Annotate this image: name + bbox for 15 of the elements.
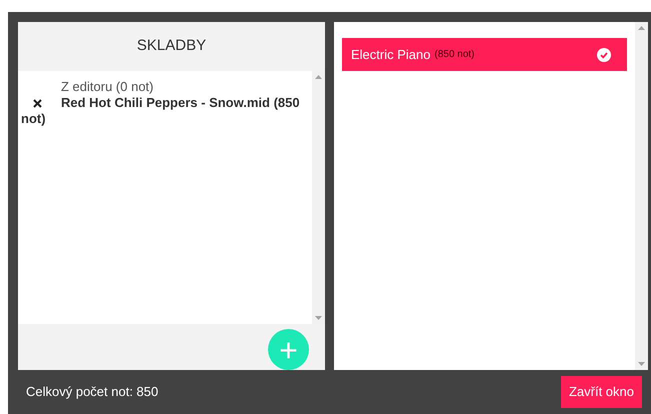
panel-title: SKLADBY xyxy=(136,36,208,56)
close-button[interactable]: Zavřít okno xyxy=(560,376,642,408)
scrollbar[interactable] xyxy=(635,22,648,370)
check-circle-icon xyxy=(597,48,611,62)
scroll-down-arrow-icon[interactable] xyxy=(638,362,645,366)
scroll-up-arrow-icon[interactable] xyxy=(638,26,645,30)
track-item[interactable]: Electric Piano (850 not) xyxy=(342,38,627,71)
song-item[interactable]: Z editoru (0 not) xyxy=(18,79,304,96)
note-count: (850 not) xyxy=(434,48,475,62)
total-notes: Celkový počet not: 850 xyxy=(26,383,158,402)
song-item[interactable]: Red Hot Chili Peppers - Snow.mid (850 not) xyxy=(18,95,304,128)
track-name: Electric Piano xyxy=(351,46,430,64)
scroll-up-arrow-icon[interactable] xyxy=(315,75,322,80)
close-icon[interactable] xyxy=(33,99,42,108)
scroll-down-arrow-icon[interactable] xyxy=(315,316,322,320)
